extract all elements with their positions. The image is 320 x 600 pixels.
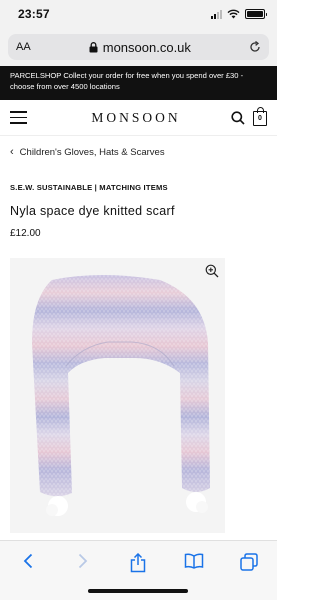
status-bar: 23:57	[0, 0, 277, 28]
product-collection[interactable]: S.E.W. SUSTAINABLE | MATCHING ITEMS	[10, 183, 168, 192]
signal-icon	[211, 9, 222, 19]
address-bar[interactable]: AA monsoon.co.uk	[8, 34, 269, 60]
product-price: £12.00	[10, 228, 41, 239]
status-icons	[211, 9, 267, 19]
breadcrumb[interactable]: ‹ Children's Gloves, Hats & Scarves	[10, 146, 165, 158]
reload-icon[interactable]	[249, 41, 261, 53]
back-icon[interactable]	[16, 553, 40, 577]
product-title: Nyla space dye knitted scarf	[10, 204, 175, 218]
home-indicator[interactable]	[88, 589, 188, 593]
scarf-image	[32, 275, 210, 516]
share-icon[interactable]	[126, 553, 150, 577]
breadcrumb-label: Children's Gloves, Hats & Scarves	[19, 146, 165, 158]
bag-count: 0	[258, 115, 262, 122]
battery-icon	[245, 9, 267, 19]
text-size-button[interactable]: AA	[16, 41, 31, 53]
search-icon[interactable]	[231, 110, 245, 125]
header-actions: 0	[231, 107, 267, 126]
url-display[interactable]: monsoon.co.uk	[89, 40, 191, 55]
url-text: monsoon.co.uk	[102, 39, 191, 55]
menu-icon[interactable]	[10, 111, 27, 124]
tabs-icon[interactable]	[237, 553, 261, 577]
browser-toolbar: AA monsoon.co.uk	[0, 28, 277, 66]
product-image[interactable]	[10, 258, 225, 533]
forward-icon[interactable]	[71, 553, 95, 577]
lock-icon	[89, 41, 98, 52]
promo-banner[interactable]: PARCELSHOP Collect your order for free w…	[0, 66, 277, 100]
status-time: 23:57	[18, 7, 50, 21]
bag-icon[interactable]: 0	[253, 107, 267, 126]
wifi-icon	[227, 9, 240, 19]
bookmarks-icon[interactable]	[182, 553, 206, 577]
zoom-icon[interactable]	[205, 264, 219, 278]
site-header: MONSOON 0	[0, 100, 277, 136]
chevron-left-icon: ‹	[10, 146, 14, 158]
site-logo[interactable]: MONSOON	[27, 110, 231, 126]
